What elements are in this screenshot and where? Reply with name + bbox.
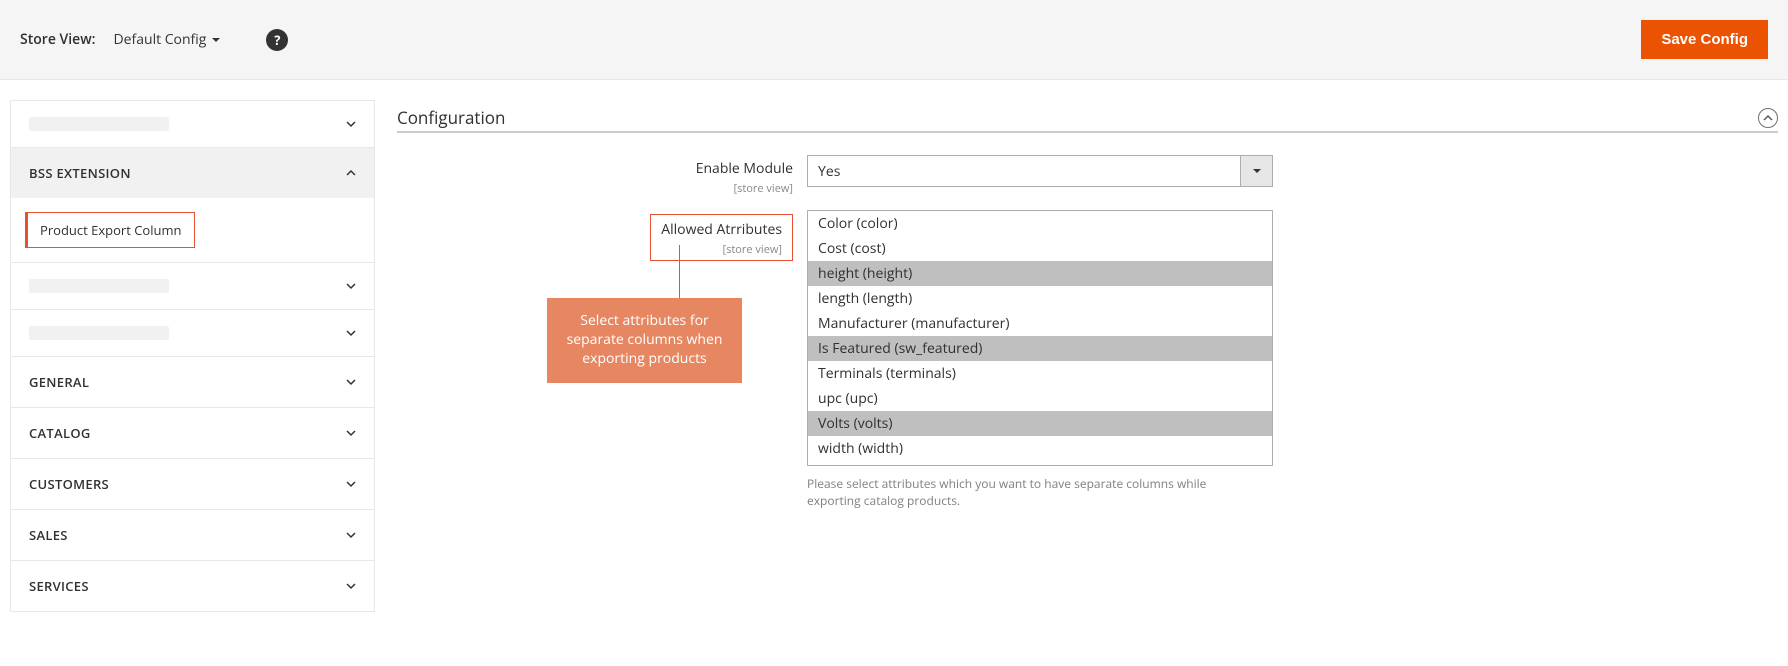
sidebar-group-bss-extension: BSS EXTENSION Product Export Column <box>11 148 374 263</box>
sidebar-item-product-export-column[interactable]: Product Export Column <box>25 212 195 248</box>
sidebar-group <box>11 263 374 310</box>
enable-module-label: Enable Module <box>547 159 793 178</box>
sidebar-group-title: CATALOG <box>29 424 91 442</box>
sidebar-group-header[interactable]: CUSTOMERS <box>11 459 374 509</box>
sidebar-group <box>11 310 374 357</box>
scope-hint: [store view] <box>723 242 782 257</box>
field-control-col: Color (color)Cost (cost)height (height)l… <box>807 210 1273 510</box>
chevron-down-icon <box>346 377 356 387</box>
store-view-label: Store View: <box>20 30 95 49</box>
chevron-down-icon <box>212 38 220 46</box>
sidebar-group-title: GENERAL <box>29 373 89 391</box>
chevron-down-icon <box>1253 169 1261 177</box>
sidebar-group-services: SERVICES <box>11 561 374 611</box>
sidebar-group-title <box>29 326 169 340</box>
multiselect-option[interactable]: Terminals (terminals) <box>808 361 1272 386</box>
sidebar-group-header[interactable] <box>11 101 374 147</box>
sidebar-group-title <box>29 117 169 131</box>
chevron-down-icon <box>346 281 356 291</box>
store-view-value: Default Config <box>113 30 206 49</box>
sidebar-group-title: SALES <box>29 526 68 544</box>
allowed-attributes-note: Please select attributes which you want … <box>807 476 1247 510</box>
chevron-up-icon <box>346 168 356 178</box>
annotation-callout: Select attributes for separate columns w… <box>547 298 742 383</box>
multiselect-option[interactable]: Color (color) <box>808 211 1272 236</box>
chevron-down-icon <box>346 530 356 540</box>
field-allowed-attributes: Allowed Atrributes [store view] Select a… <box>547 210 1778 510</box>
field-label-col: Allowed Atrributes [store view] Select a… <box>547 210 807 261</box>
sidebar-group-header[interactable]: CATALOG <box>11 408 374 458</box>
chevron-down-icon <box>346 428 356 438</box>
multiselect-option[interactable]: upc (upc) <box>808 386 1272 411</box>
config-main: Configuration Enable Module [store view]… <box>397 100 1778 612</box>
chevron-down-icon <box>346 119 356 129</box>
multiselect-option[interactable]: length (length) <box>808 286 1272 311</box>
sidebar-group <box>11 101 374 148</box>
sidebar-group-general: GENERAL <box>11 357 374 408</box>
multiselect-option[interactable]: Volts (volts) <box>808 411 1272 436</box>
sidebar-group-title: SERVICES <box>29 577 89 595</box>
section-title: Configuration <box>397 106 505 129</box>
multiselect-option[interactable]: height (height) <box>808 261 1272 286</box>
save-config-button[interactable]: Save Config <box>1641 20 1768 59</box>
sidebar-group-body: Product Export Column <box>11 198 374 262</box>
config-sidebar: BSS EXTENSION Product Export Column <box>10 100 375 612</box>
multiselect-option[interactable]: Cost (cost) <box>808 236 1272 261</box>
enable-module-value: Yes <box>808 156 1240 186</box>
multiselect-option[interactable]: Is Featured (sw_featured) <box>808 336 1272 361</box>
sidebar-group-sales: SALES <box>11 510 374 561</box>
field-control-col: Yes <box>807 155 1273 187</box>
enable-module-select[interactable]: Yes <box>807 155 1273 187</box>
callout-connector-line <box>679 245 680 298</box>
store-view-selector[interactable]: Default Config <box>113 30 220 49</box>
form-rows: Enable Module [store view] Yes All <box>397 155 1778 510</box>
sidebar-group-customers: CUSTOMERS <box>11 459 374 510</box>
help-icon[interactable]: ? <box>266 29 288 51</box>
scope-hint: [store view] <box>734 181 793 196</box>
collapse-section-button[interactable] <box>1758 108 1778 128</box>
columns-layout: BSS EXTENSION Product Export Column <box>0 80 1788 652</box>
sidebar-group-header[interactable]: BSS EXTENSION <box>11 148 374 198</box>
sidebar-group-header[interactable]: SALES <box>11 510 374 560</box>
sidebar-group-title <box>29 279 169 293</box>
chevron-down-icon <box>346 328 356 338</box>
sidebar-group-header[interactable] <box>11 263 374 309</box>
sidebar-group-header[interactable]: SERVICES <box>11 561 374 611</box>
sidebar-group-title: BSS EXTENSION <box>29 164 131 182</box>
multiselect-option[interactable]: Manufacturer (manufacturer) <box>808 311 1272 336</box>
sidebar-group-catalog: CATALOG <box>11 408 374 459</box>
sidebar-group-header[interactable]: GENERAL <box>11 357 374 407</box>
config-top-bar: Store View: Default Config ? Save Config <box>0 0 1788 80</box>
scope-area: Store View: Default Config ? <box>20 29 288 51</box>
multiselect-option[interactable]: width (width) <box>808 436 1272 461</box>
allowed-attributes-label-highlight: Allowed Atrributes [store view] <box>650 214 793 261</box>
sidebar-group-title: CUSTOMERS <box>29 475 109 493</box>
allowed-attributes-label: Allowed Atrributes <box>661 220 782 239</box>
chevron-down-icon <box>346 479 356 489</box>
sidebar-group-header[interactable] <box>11 310 374 356</box>
chevron-down-icon <box>346 581 356 591</box>
field-label-col: Enable Module [store view] <box>547 155 807 196</box>
select-handle <box>1240 156 1272 186</box>
section-heading: Configuration <box>397 106 1778 133</box>
allowed-attributes-multiselect[interactable]: Color (color)Cost (cost)height (height)l… <box>807 210 1273 466</box>
field-enable-module: Enable Module [store view] Yes <box>547 155 1778 196</box>
